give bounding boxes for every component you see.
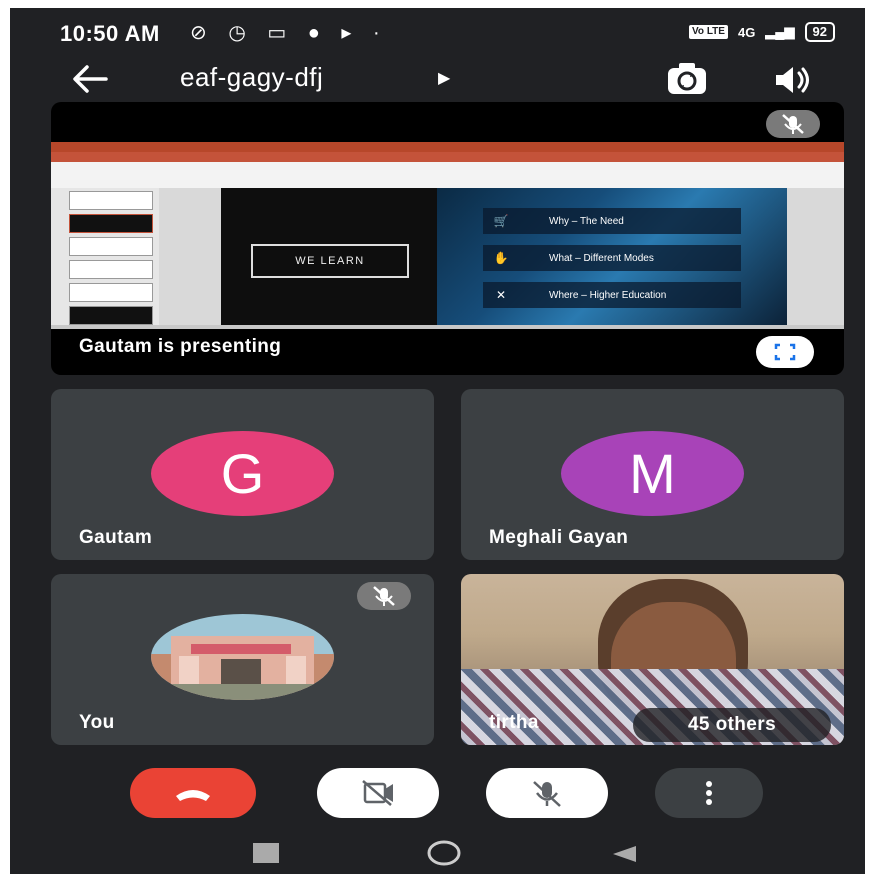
slide-menu-label: Where – Higher Education [549, 289, 667, 301]
home-nav-icon[interactable] [427, 840, 461, 866]
recents-nav-icon[interactable] [253, 843, 279, 863]
presentation-tile[interactable]: WE LEARN 🛒 Why – The Need ✋ What – Diffe… [51, 102, 844, 375]
slide-menu-item: ✕ Where – Higher Education [483, 282, 741, 308]
battery-icon: 92 [804, 22, 835, 42]
status-time: 10:50 AM [60, 21, 160, 46]
thumbnail [69, 191, 153, 210]
cart-icon: 🛒 [493, 214, 509, 228]
participant-tile-gautam[interactable]: G Gautam [51, 389, 434, 560]
ppt-ribbon [51, 162, 844, 189]
avatar: M [561, 431, 744, 516]
mic-off-icon [533, 781, 561, 807]
hang-up-icon [176, 790, 210, 801]
switch-camera-icon[interactable] [665, 60, 709, 100]
handshake-icon: ✋ [493, 251, 509, 265]
shared-screen: WE LEARN 🛒 Why – The Need ✋ What – Diffe… [51, 142, 844, 329]
volte-badge: Vo LTE [689, 25, 728, 39]
participant-tile-you[interactable]: You [51, 574, 434, 745]
mic-toggle-button[interactable] [486, 768, 608, 818]
more-vert-icon [706, 781, 712, 805]
slide-menu-item: ✋ What – Different Modes [483, 245, 741, 271]
back-arrow-icon[interactable] [70, 62, 110, 96]
participant-name: Meghali Gayan [489, 527, 629, 548]
ppt-ribbon-tabs [51, 152, 844, 162]
meet-screen: 10:50 AM ⊘ ◷ ▭ ● ▸ · Vo LTE 4G ▂▄▆ 92 ea… [10, 8, 865, 874]
fullscreen-icon [774, 343, 796, 361]
participant-name: You [79, 712, 115, 733]
ppt-status-bar [51, 325, 844, 329]
you-muted-badge [357, 582, 411, 610]
network-label: 4G [737, 24, 756, 40]
app-bar: eaf-gagy-dfj ▶ [10, 56, 865, 106]
thumbnail [69, 260, 153, 279]
mic-off-icon [373, 586, 395, 606]
slide-thumbnails [51, 188, 159, 325]
presenting-label: Gautam is presenting [79, 336, 282, 357]
camera-toggle-button[interactable] [317, 768, 439, 818]
more-options-button[interactable] [655, 768, 763, 818]
meeting-code[interactable]: eaf-gagy-dfj [180, 62, 323, 93]
expand-arrow-icon[interactable]: ▶ [438, 68, 450, 88]
signal-icon: ▂▄▆ [765, 24, 795, 39]
avatar: G [151, 431, 334, 516]
slide-menu-label: What – Different Modes [549, 252, 654, 264]
fullscreen-button[interactable] [756, 336, 814, 368]
thumbnail [69, 283, 153, 302]
avatar-photo [151, 614, 334, 700]
slide-menu-label: Why – The Need [549, 215, 624, 227]
battery-level: 92 [812, 24, 827, 39]
thumbnail [69, 237, 153, 256]
mic-off-icon [782, 114, 804, 134]
participant-tile-meghali[interactable]: M Meghali Gayan [461, 389, 844, 560]
speaker-icon[interactable] [772, 62, 814, 98]
participant-name: tirtha [489, 712, 539, 733]
status-right: Vo LTE 4G ▂▄▆ 92 [689, 22, 835, 42]
notification-icons: ⊘ ◷ ▭ ● ▸ · [190, 22, 388, 44]
others-count-button[interactable]: 45 others [633, 708, 831, 742]
end-call-button[interactable] [130, 768, 256, 818]
current-slide: WE LEARN 🛒 Why – The Need ✋ What – Diffe… [221, 188, 787, 325]
x-icon: ✕ [495, 288, 507, 302]
presenter-muted-badge [766, 110, 820, 138]
ppt-title-bar [51, 142, 844, 152]
slide-canvas: WE LEARN 🛒 Why – The Need ✋ What – Diffe… [159, 188, 844, 325]
participant-name: Gautam [79, 527, 153, 548]
thumbnail [69, 214, 153, 233]
participant-tile-tirtha[interactable]: tirtha 45 others [461, 574, 844, 745]
slide-we-learn-button: WE LEARN [251, 244, 409, 278]
status-bar: 10:50 AM ⊘ ◷ ▭ ● ▸ · Vo LTE 4G ▂▄▆ 92 [10, 8, 865, 58]
back-nav-icon[interactable] [610, 843, 638, 865]
slide-menu-item: 🛒 Why – The Need [483, 208, 741, 234]
thumbnail [69, 306, 153, 325]
camera-off-icon [362, 780, 393, 806]
